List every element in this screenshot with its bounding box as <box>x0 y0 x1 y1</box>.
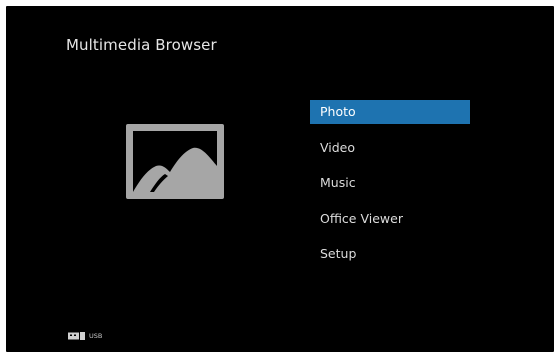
media-menu: Photo Video Music Office Viewer Setup <box>310 100 470 278</box>
source-indicator: USB <box>68 330 102 342</box>
source-label: USB <box>89 332 103 340</box>
menu-item-office-viewer[interactable]: Office Viewer <box>310 207 470 231</box>
menu-item-setup[interactable]: Setup <box>310 242 470 266</box>
menu-item-music[interactable]: Music <box>310 171 470 195</box>
menu-item-photo[interactable]: Photo <box>310 100 470 124</box>
multimedia-browser-screen: Multimedia Browser Photo Video Music Off… <box>6 6 554 352</box>
menu-item-video[interactable]: Video <box>310 136 470 160</box>
photo-icon <box>126 124 224 199</box>
usb-icon <box>68 332 85 340</box>
app-title: Multimedia Browser <box>66 36 217 54</box>
